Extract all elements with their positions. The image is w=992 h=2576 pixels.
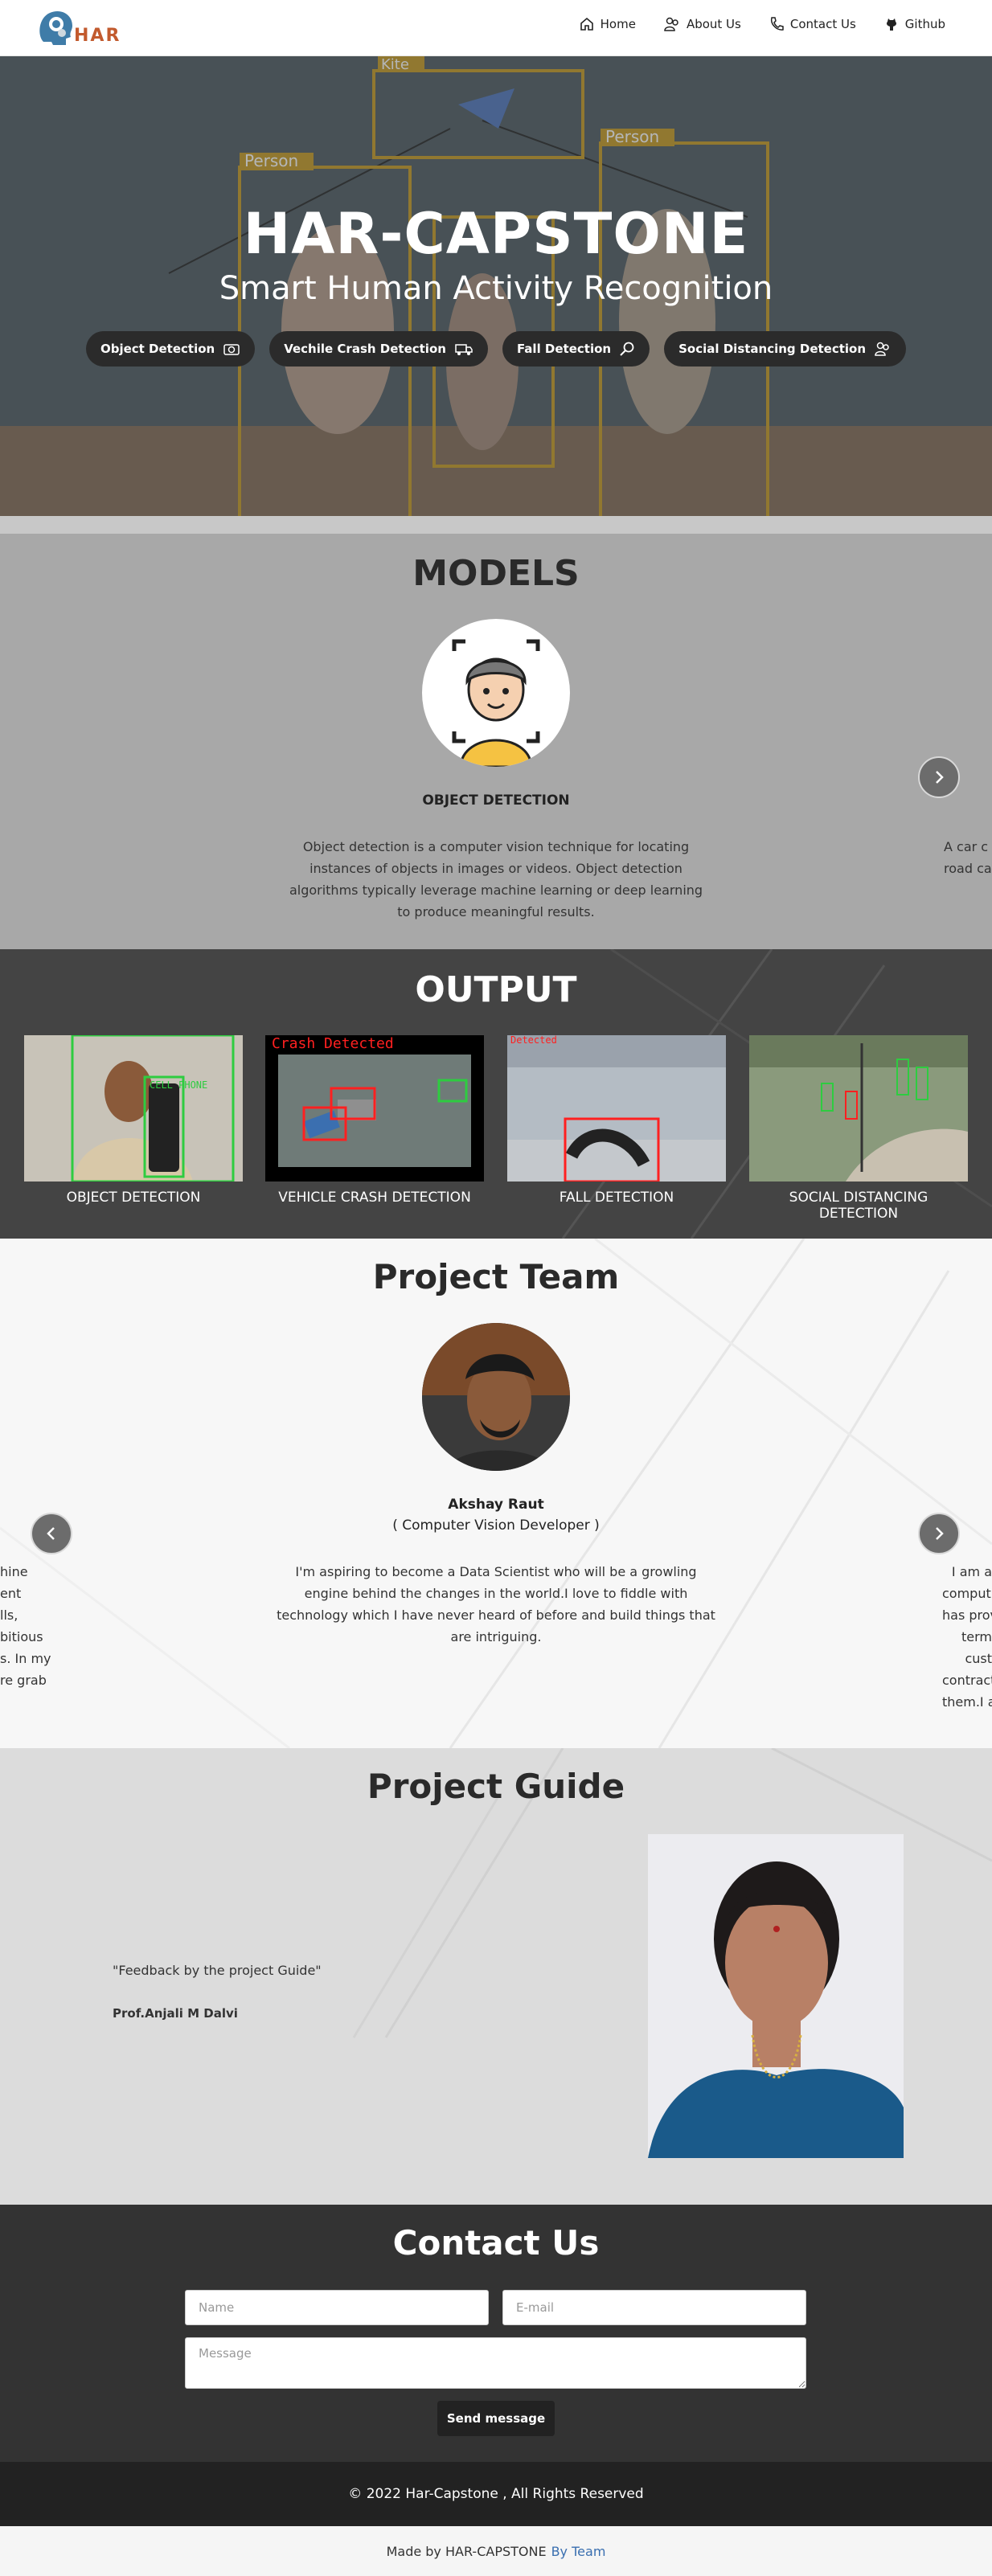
- output-label-object-detection: OBJECT DETECTION: [66, 1190, 201, 1206]
- chevron-right-icon: [936, 771, 944, 784]
- model-name: OBJECT DETECTION: [422, 792, 570, 809]
- home-icon: [580, 17, 593, 31]
- people-icon: [875, 342, 889, 356]
- guide-feedback-quote: "Feedback by the project Guide": [113, 1963, 322, 1978]
- object-detection-pill-label: Object Detection: [100, 342, 215, 356]
- social-distancing-pill[interactable]: Social Distancing Detection: [664, 331, 907, 367]
- nav-github-label: Github: [904, 17, 945, 31]
- search-icon: [620, 342, 634, 356]
- chevron-right-icon: [936, 1527, 944, 1540]
- team-title: Project Team: [372, 1257, 620, 1296]
- logo-text: HAR: [74, 25, 121, 46]
- output-image-social-distancing: [749, 1035, 968, 1182]
- nav-github-link[interactable]: Github: [883, 16, 945, 32]
- users-icon: [664, 17, 678, 31]
- hero-subtitle: Smart Human Activity Recognition: [219, 270, 773, 307]
- fall-detection-pill[interactable]: Fall Detection: [502, 331, 650, 367]
- nav-about-link[interactable]: About Us: [663, 16, 741, 32]
- copyright-text: © 2022 Har-Capstone , All Rights Reserve…: [348, 2486, 644, 2502]
- section-divider: [0, 516, 992, 534]
- output-image-fall-detection: Detected: [507, 1035, 726, 1182]
- object-detection-overlay-text: CELL PHONE: [150, 1079, 207, 1091]
- nav-contact-link[interactable]: Contact Us: [769, 16, 856, 32]
- truck-icon: [455, 344, 473, 355]
- vehicle-crash-pill-label: Vechile Crash Detection: [284, 342, 446, 356]
- team-member-description: I'm aspiring to become a Data Scientist …: [277, 1564, 715, 1644]
- output-card-vehicle-crash[interactable]: Crash Detected VEHICLE CRASH DETECTION: [265, 1035, 484, 1206]
- team-member-role: ( Computer Vision Developer ): [392, 1517, 600, 1534]
- hero-title: HAR-CAPSTONE: [243, 201, 749, 267]
- output-card-object-detection[interactable]: CELL PHONE OBJECT DETECTION: [24, 1035, 243, 1206]
- made-by-team-link[interactable]: By Team: [551, 2544, 606, 2559]
- team-section: [0, 1239, 992, 1748]
- social-distancing-pill-label: Social Distancing Detection: [678, 342, 867, 356]
- team-next-button[interactable]: [918, 1513, 960, 1554]
- output-image-object-detection: CELL PHONE: [24, 1035, 243, 1182]
- team-member-photo: [422, 1323, 570, 1471]
- object-detection-preview: CELL PHONE: [24, 1035, 243, 1182]
- output-label-social-distancing: SOCIAL DISTANCING DETECTION: [789, 1190, 928, 1222]
- team-member-name: Akshay Raut: [448, 1497, 544, 1513]
- chevron-left-icon: [47, 1527, 55, 1540]
- vehicle-crash-pill[interactable]: Vechile Crash Detection: [269, 331, 488, 367]
- vehicle-crash-overlay-text: Crash Detected: [272, 1035, 394, 1052]
- fall-detection-overlay-text: Detected: [510, 1035, 557, 1046]
- name-input[interactable]: [185, 2290, 489, 2325]
- nav-home-link[interactable]: Home: [579, 16, 636, 32]
- guide-photo: [648, 1834, 904, 2158]
- github-icon: [886, 18, 896, 31]
- phone-icon: [770, 17, 784, 31]
- team-member-portrait: [422, 1323, 570, 1471]
- face-recognition-icon: [452, 639, 540, 767]
- output-label-vehicle-crash: VEHICLE CRASH DETECTION: [278, 1190, 471, 1206]
- output-card-fall-detection[interactable]: Detected FALL DETECTION: [507, 1035, 726, 1206]
- models-next-button[interactable]: [918, 756, 960, 798]
- contact-title: Contact Us: [392, 2223, 600, 2263]
- models-title: MODELS: [412, 553, 580, 594]
- output-image-vehicle-crash: Crash Detected: [265, 1035, 484, 1182]
- logo[interactable]: HAR: [35, 6, 121, 50]
- vehicle-crash-preview: Crash Detected: [265, 1035, 484, 1182]
- output-title: OUTPUT: [415, 969, 577, 1010]
- next-model-peek: A car c road ca: [944, 839, 992, 876]
- email-input[interactable]: [502, 2290, 806, 2325]
- logo-head-icon: [39, 10, 72, 45]
- message-textarea[interactable]: [185, 2337, 806, 2389]
- next-member-peek: I am a computi has prov term cust contra…: [942, 1564, 992, 1710]
- fall-detection-pill-label: Fall Detection: [516, 342, 612, 356]
- prev-member-peek: hine ent lls, bitious s. In my re grab: [0, 1564, 51, 1688]
- fall-detection-preview: Detected: [507, 1035, 726, 1182]
- social-distancing-preview: [749, 1035, 968, 1182]
- output-label-fall-detection: FALL DETECTION: [559, 1190, 674, 1206]
- nav-contact-label: Contact Us: [789, 17, 856, 31]
- made-by-bar: Made by HAR-CAPSTONE By Team: [0, 2526, 992, 2576]
- made-by-text: Made by HAR-CAPSTONE: [386, 2543, 547, 2559]
- send-message-button[interactable]: Send message: [437, 2401, 555, 2436]
- nav-home-label: Home: [600, 17, 636, 31]
- team-background-lines: [0, 1239, 992, 1748]
- camera-icon: [223, 344, 240, 355]
- model-description: Object detection is a computer vision te…: [289, 839, 703, 919]
- nav-about-label: About Us: [686, 17, 741, 31]
- team-prev-button[interactable]: [31, 1513, 72, 1554]
- guide-title: Project Guide: [367, 1767, 625, 1806]
- guide-name: Prof.Anjali M Dalvi: [113, 2006, 238, 2021]
- guide-portrait: [648, 1834, 904, 2158]
- object-detection-pill[interactable]: Object Detection: [85, 331, 256, 367]
- footer: © 2022 Har-Capstone , All Rights Reserve…: [0, 2462, 992, 2526]
- output-card-social-distancing[interactable]: SOCIAL DISTANCING DETECTION: [749, 1035, 968, 1222]
- top-navbar: HAR Home About Us Contact Us Github: [0, 0, 992, 56]
- model-avatar: [422, 619, 570, 767]
